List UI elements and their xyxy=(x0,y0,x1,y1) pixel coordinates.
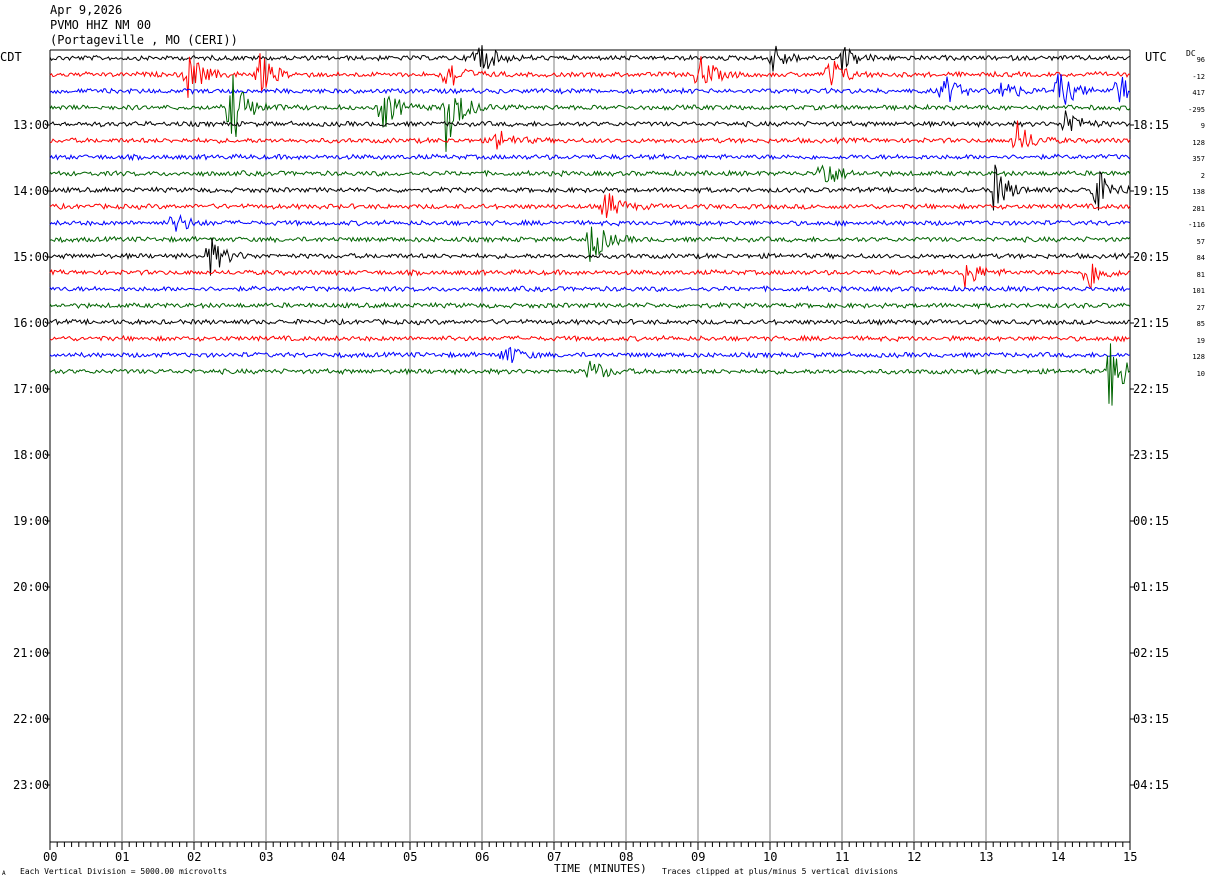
seismic-trace xyxy=(49,193,1131,218)
right-hour-label: 03:15 xyxy=(1133,712,1170,726)
seismic-trace xyxy=(49,110,1131,132)
dc-offset-label: 27 xyxy=(1196,303,1205,312)
x-tick-label: 13 xyxy=(979,850,994,864)
left-hour-label: 19:00 xyxy=(13,514,50,528)
left-hour-label: 14:00 xyxy=(13,184,50,198)
dc-offset-label: 138 xyxy=(1192,188,1205,196)
dc-offset-label: 85 xyxy=(1196,320,1205,328)
seismic-trace xyxy=(49,73,1131,105)
x-tick-label: 05 xyxy=(403,850,418,864)
dc-offset-label: 10 xyxy=(1196,369,1205,378)
dc-offset-label: -12 xyxy=(1192,72,1205,81)
seismic-trace xyxy=(49,334,1131,343)
dc-offset-label: 101 xyxy=(1192,287,1205,295)
x-tick-label: 15 xyxy=(1123,850,1138,864)
right-hour-label: 20:15 xyxy=(1133,250,1170,264)
right-hour-label: 18:15 xyxy=(1133,118,1170,132)
left-hour-label: 18:00 xyxy=(13,448,50,462)
x-tick-label: 02 xyxy=(187,850,202,864)
x-tick-label: 01 xyxy=(115,850,130,864)
dc-offset-label: 9 xyxy=(1200,122,1205,130)
dc-offset-label: 57 xyxy=(1196,237,1205,246)
seismic-trace xyxy=(49,263,1131,290)
left-hour-label: 17:00 xyxy=(13,382,50,396)
dc-offset-label: -295 xyxy=(1188,105,1205,114)
x-tick-label: 14 xyxy=(1051,850,1066,864)
scale-note: Each Vertical Division = 5000.00 microvo… xyxy=(20,867,228,876)
right-hour-label: 00:15 xyxy=(1133,514,1170,528)
seismic-trace xyxy=(49,284,1131,293)
right-hour-label: 02:15 xyxy=(1133,646,1170,660)
x-tick-label: 12 xyxy=(907,850,922,864)
x-tick-label: 10 xyxy=(763,850,778,864)
x-tick-label: 00 xyxy=(43,850,58,864)
seismic-trace xyxy=(49,153,1131,162)
dc-offset-label: 128 xyxy=(1192,138,1205,147)
corner-mark: A xyxy=(2,870,6,877)
dc-offset-label: 84 xyxy=(1196,254,1205,262)
right-hour-label: 19:15 xyxy=(1133,184,1170,198)
seismogram-plot xyxy=(46,45,1134,850)
seismic-trace xyxy=(49,301,1131,310)
seismic-trace xyxy=(49,346,1131,364)
dc-offset-label: 81 xyxy=(1196,270,1205,279)
left-hour-label: 15:00 xyxy=(13,250,50,264)
dc-offset-label: 96 xyxy=(1196,56,1205,64)
x-tick-label: 09 xyxy=(691,850,706,864)
right-hour-label: 22:15 xyxy=(1133,382,1170,396)
x-tick-label: 06 xyxy=(475,850,490,864)
seismic-trace xyxy=(49,317,1131,326)
right-hour-label: 21:15 xyxy=(1133,316,1170,330)
left-hour-label: 20:00 xyxy=(13,580,50,594)
right-hour-label: 01:15 xyxy=(1133,580,1170,594)
seismic-trace xyxy=(49,45,1131,73)
left-hour-label: 13:00 xyxy=(13,118,50,132)
seismic-trace xyxy=(49,53,1131,98)
dc-offset-label: 281 xyxy=(1192,204,1205,213)
dc-offset-label: 19 xyxy=(1196,336,1205,345)
seismic-trace xyxy=(49,164,1131,183)
right-hour-label: 23:15 xyxy=(1133,448,1170,462)
dc-offset-label: 417 xyxy=(1192,89,1205,97)
dc-offset-label: 357 xyxy=(1192,155,1205,163)
left-hour-label: 23:00 xyxy=(13,778,50,792)
dc-offset-label: -116 xyxy=(1188,221,1205,229)
right-hour-label: 04:15 xyxy=(1133,778,1170,792)
left-hour-label: 22:00 xyxy=(13,712,50,726)
left-hour-label: 21:00 xyxy=(13,646,50,660)
dc-offset-label: 128 xyxy=(1192,353,1205,361)
x-tick-label: 11 xyxy=(835,850,850,864)
x-axis-title: TIME (MINUTES) xyxy=(554,862,647,875)
x-tick-label: 04 xyxy=(331,850,346,864)
clip-note: Traces clipped at plus/minus 5 vertical … xyxy=(662,867,899,876)
left-hour-label: 16:00 xyxy=(13,316,50,330)
seismic-trace xyxy=(49,213,1131,232)
dc-offset-label: 2 xyxy=(1200,171,1205,180)
x-tick-label: 03 xyxy=(259,850,274,864)
seismic-trace xyxy=(49,120,1131,150)
